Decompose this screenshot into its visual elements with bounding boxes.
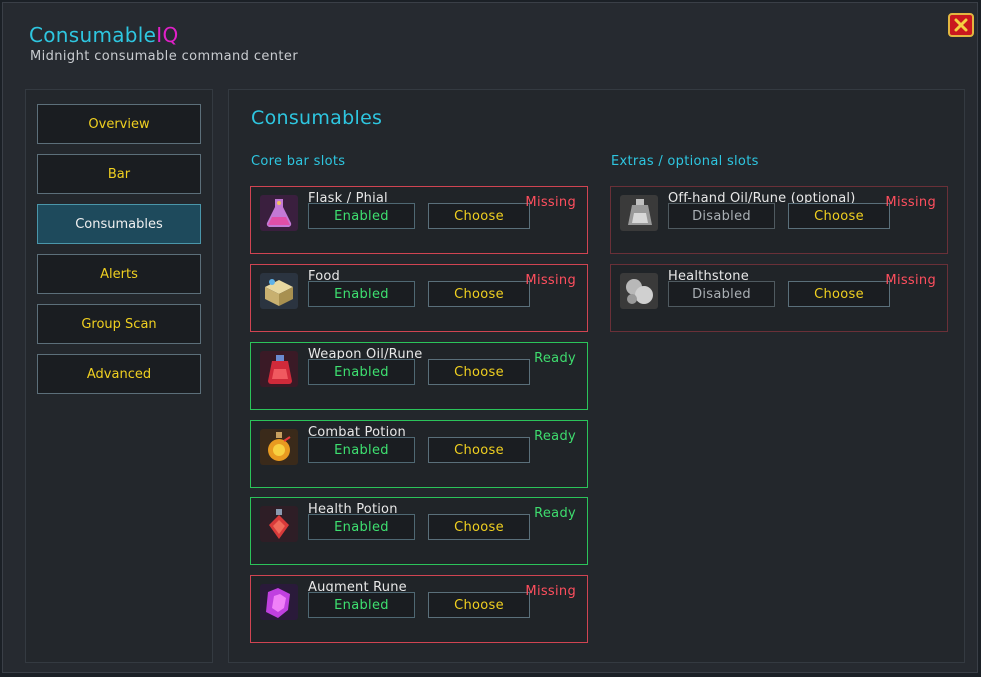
close-x-icon: [954, 18, 968, 32]
nav-label: Group Scan: [81, 316, 157, 332]
enable-toggle-button[interactable]: Enabled: [308, 592, 415, 618]
extras-section-title: Extras / optional slots: [611, 154, 759, 169]
core-section-title: Core bar slots: [251, 154, 346, 169]
slot-weapon-oil: Weapon Oil/Rune Enabled Choose Ready: [250, 342, 588, 410]
nav-group-scan[interactable]: Group Scan: [37, 304, 201, 344]
health-potion-icon: [260, 506, 298, 542]
choose-button[interactable]: Choose: [428, 203, 530, 229]
choose-button[interactable]: Choose: [788, 281, 890, 307]
nav-bar[interactable]: Bar: [37, 154, 201, 194]
flask-icon: [260, 195, 298, 231]
page-title: Consumables: [251, 107, 383, 129]
enable-toggle-button[interactable]: Disabled: [668, 203, 775, 229]
choose-button[interactable]: Choose: [788, 203, 890, 229]
main-panel: Consumables Core bar slots Extras / opti…: [228, 89, 965, 663]
app-title: ConsumableIQ: [29, 23, 179, 47]
choose-button[interactable]: Choose: [428, 592, 530, 618]
nav-label: Consumables: [75, 216, 163, 232]
choose-button[interactable]: Choose: [428, 514, 530, 540]
nav-label: Alerts: [100, 266, 138, 282]
choose-button[interactable]: Choose: [428, 281, 530, 307]
enable-toggle-button[interactable]: Enabled: [308, 359, 415, 385]
status-badge: Ready: [534, 351, 576, 366]
nav-consumables[interactable]: Consumables: [37, 204, 201, 244]
slot-food: Food Enabled Choose Missing: [250, 264, 588, 332]
status-badge: Missing: [885, 195, 936, 210]
app-title-main: Consumable: [29, 23, 157, 47]
combat-potion-icon: [260, 429, 298, 465]
sidebar: Overview Bar Consumables Alerts Group Sc…: [25, 89, 213, 663]
nav-advanced[interactable]: Advanced: [37, 354, 201, 394]
nav-overview[interactable]: Overview: [37, 104, 201, 144]
food-icon: [260, 273, 298, 309]
addon-window: ConsumableIQ Midnight consumable command…: [2, 2, 978, 673]
status-badge: Missing: [525, 195, 576, 210]
choose-button[interactable]: Choose: [428, 359, 530, 385]
nav-label: Advanced: [86, 366, 152, 382]
enable-toggle-button[interactable]: Enabled: [308, 281, 415, 307]
nav-label: Overview: [88, 116, 150, 132]
status-badge: Missing: [525, 273, 576, 288]
app-subtitle: Midnight consumable command center: [30, 49, 299, 64]
enable-toggle-button[interactable]: Enabled: [308, 514, 415, 540]
app-title-accent: IQ: [156, 23, 179, 47]
close-button[interactable]: [948, 13, 974, 37]
offhand-oil-icon: [620, 195, 658, 231]
weapon-oil-icon: [260, 351, 298, 387]
slot-health-potion: Health Potion Enabled Choose Ready: [250, 497, 588, 565]
enable-toggle-button[interactable]: Disabled: [668, 281, 775, 307]
slot-offhand-oil: Off-hand Oil/Rune (optional) Disabled Ch…: [610, 186, 948, 254]
status-badge: Missing: [885, 273, 936, 288]
augment-rune-icon: [260, 584, 298, 620]
enable-toggle-button[interactable]: Enabled: [308, 437, 415, 463]
choose-button[interactable]: Choose: [428, 437, 530, 463]
slot-augment-rune: Augment Rune Enabled Choose Missing: [250, 575, 588, 643]
status-badge: Ready: [534, 506, 576, 521]
nav-alerts[interactable]: Alerts: [37, 254, 201, 294]
status-badge: Ready: [534, 429, 576, 444]
slot-flask: Flask / Phial Enabled Choose Missing: [250, 186, 588, 254]
healthstone-icon: [620, 273, 658, 309]
status-badge: Missing: [525, 584, 576, 599]
slot-combat-potion: Combat Potion Enabled Choose Ready: [250, 420, 588, 488]
slot-healthstone: Healthstone Disabled Choose Missing: [610, 264, 948, 332]
nav-label: Bar: [107, 166, 131, 182]
enable-toggle-button[interactable]: Enabled: [308, 203, 415, 229]
